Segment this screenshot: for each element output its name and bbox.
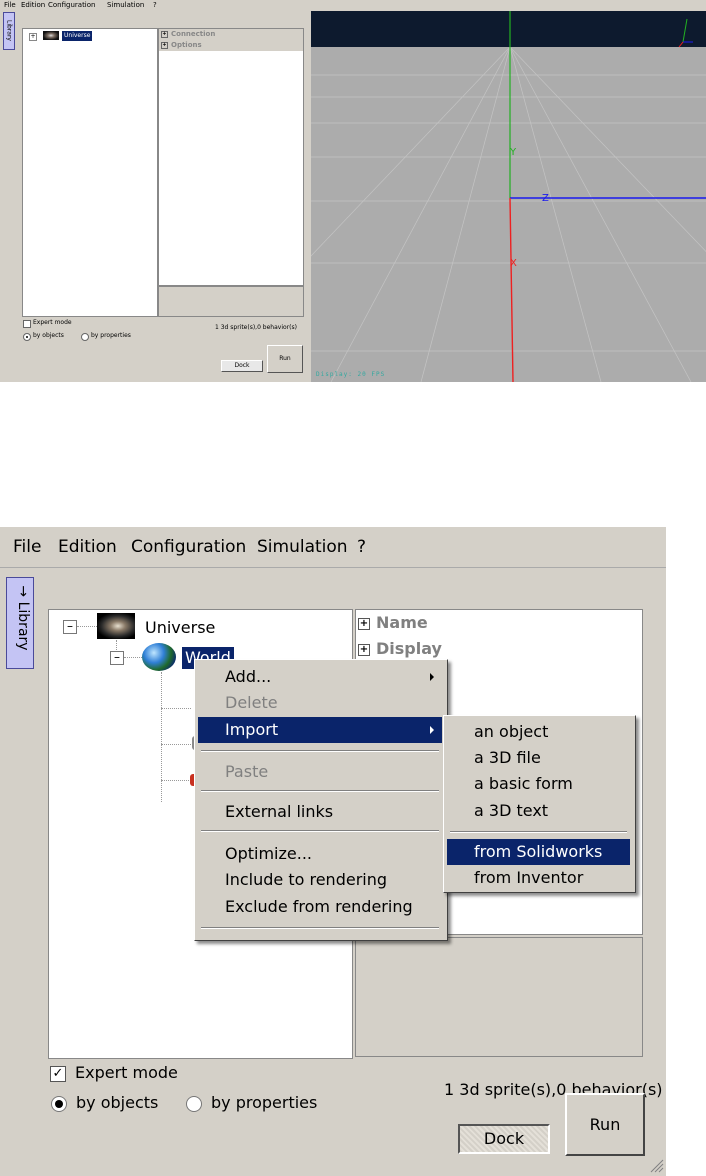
collapse-icon[interactable]: –: [63, 620, 77, 634]
by-properties-radio[interactable]: [81, 333, 89, 341]
menu-separator: [450, 831, 627, 833]
tree-connector: [77, 626, 97, 627]
by-objects-label: by objects: [76, 1093, 159, 1112]
by-objects-label: by objects: [33, 332, 64, 339]
tree-connector: [161, 672, 162, 802]
axis-x-label: X: [510, 258, 517, 269]
menu-edition[interactable]: Edition: [21, 0, 45, 11]
props-header-name[interactable]: + Name: [356, 610, 642, 636]
submenu-item-basic-form[interactable]: a basic form: [447, 771, 630, 797]
fps-counter: Display: 20 FPS: [316, 371, 385, 378]
library-tab[interactable]: Library: [3, 12, 15, 50]
submenu-arrow-icon: [430, 726, 434, 734]
menu-file[interactable]: File: [4, 0, 16, 11]
viewport-canvas: Y Z X Display: 20 FPS: [311, 11, 706, 382]
menu-bar: File Edition Configuration Simulation ?: [0, 527, 666, 568]
run-button[interactable]: Run: [565, 1093, 645, 1156]
by-objects-radio[interactable]: [23, 333, 31, 341]
screenshot-small: File Edition Configuration Simulation ? …: [0, 0, 706, 382]
submenu-item-object[interactable]: an object: [447, 719, 630, 745]
library-tab[interactable]: → Library: [6, 577, 34, 669]
expand-icon[interactable]: +: [161, 30, 168, 38]
import-submenu: an object a 3D file a basic form a 3D te…: [443, 715, 636, 893]
library-tab-label: Library: [5, 20, 13, 41]
menu-separator: [201, 790, 439, 792]
menu-item-optimize[interactable]: Optimize...: [198, 841, 442, 867]
menu-item-import[interactable]: Import: [198, 717, 442, 743]
menu-file[interactable]: File: [13, 527, 41, 567]
menu-item-add[interactable]: Add...: [198, 664, 442, 690]
by-properties-radio[interactable]: [186, 1096, 202, 1112]
props-header-label: Display: [376, 639, 442, 658]
expand-icon[interactable]: +: [358, 643, 370, 656]
menu-bar: File Edition Configuration Simulation ?: [0, 0, 311, 11]
menu-simulation[interactable]: Simulation: [107, 0, 144, 11]
menu-configuration[interactable]: Configuration: [48, 0, 95, 11]
submenu-item-3d-text[interactable]: a 3D text: [447, 798, 630, 824]
tree-connector: [124, 657, 142, 658]
props-header-label: Name: [376, 613, 428, 632]
props-header-options[interactable]: + Options: [159, 40, 303, 51]
expand-icon[interactable]: +: [161, 41, 168, 49]
run-button[interactable]: Run: [267, 345, 303, 373]
submenu-item-inventor[interactable]: from Inventor: [447, 865, 630, 891]
galaxy-icon: [43, 31, 59, 40]
menu-item-include-rendering[interactable]: Include to rendering: [198, 867, 442, 893]
props-header-label: Options: [171, 41, 202, 49]
by-objects-radio[interactable]: [51, 1096, 67, 1112]
expert-mode-label: Expert mode: [33, 319, 72, 326]
menu-item-exclude-rendering[interactable]: Exclude from rendering: [198, 894, 442, 920]
menu-help[interactable]: ?: [153, 0, 157, 11]
resize-grip-icon[interactable]: [648, 1157, 664, 1173]
by-properties-label: by properties: [211, 1093, 318, 1112]
tree-connector: [161, 780, 191, 781]
expert-mode-checkbox[interactable]: ✓: [50, 1066, 66, 1082]
status-text: 1 3d sprite(s),0 behavior(s): [215, 324, 297, 331]
props-header-connection[interactable]: + Connection: [159, 29, 303, 40]
globe-icon: [142, 643, 176, 671]
submenu-item-solidworks[interactable]: from Solidworks: [447, 839, 630, 865]
expand-icon[interactable]: +: [29, 33, 37, 41]
properties-panel: + Connection + Options: [158, 28, 304, 286]
screenshot-large: File Edition Configuration Simulation ? …: [0, 527, 666, 1176]
library-tab-label: → Library: [15, 585, 31, 651]
3d-viewport[interactable]: Y Z X Display: 20 FPS: [311, 11, 706, 382]
expand-icon[interactable]: +: [358, 617, 370, 630]
dock-button[interactable]: Dock: [221, 360, 263, 372]
tree-connector: [161, 744, 191, 745]
sky: [311, 11, 706, 47]
menu-item-delete: Delete: [225, 693, 278, 712]
menu-item-external-links[interactable]: External links: [198, 799, 442, 825]
collapse-icon[interactable]: –: [110, 651, 124, 665]
by-properties-label: by properties: [91, 332, 131, 339]
menu-separator: [201, 750, 439, 752]
tree-node-universe[interactable]: Universe: [145, 618, 215, 637]
menu-help[interactable]: ?: [357, 527, 366, 567]
menu-item-paste: Paste: [225, 762, 269, 781]
menu-simulation[interactable]: Simulation: [257, 527, 348, 567]
tree-connector: [161, 708, 191, 709]
props-header-label: Connection: [171, 30, 216, 38]
scene-tree[interactable]: + Universe: [22, 28, 158, 317]
menu-configuration[interactable]: Configuration: [131, 527, 246, 567]
expert-mode-label: Expert mode: [75, 1063, 178, 1082]
context-menu: Add... Delete Import Paste External link…: [194, 659, 448, 941]
menu-edition[interactable]: Edition: [58, 527, 117, 567]
description-panel: [158, 286, 304, 317]
expert-mode-checkbox[interactable]: [23, 320, 31, 328]
submenu-arrow-icon: [430, 673, 434, 681]
galaxy-icon: [97, 613, 135, 639]
tree-node-universe[interactable]: Universe: [62, 31, 93, 41]
menu-separator: [201, 830, 439, 832]
description-panel: [355, 937, 643, 1057]
axis-y-label: Y: [509, 147, 517, 158]
menu-separator: [201, 927, 439, 929]
dock-button[interactable]: Dock: [458, 1124, 550, 1154]
axis-z-label: Z: [542, 193, 549, 204]
submenu-item-3d-file[interactable]: a 3D file: [447, 745, 630, 771]
